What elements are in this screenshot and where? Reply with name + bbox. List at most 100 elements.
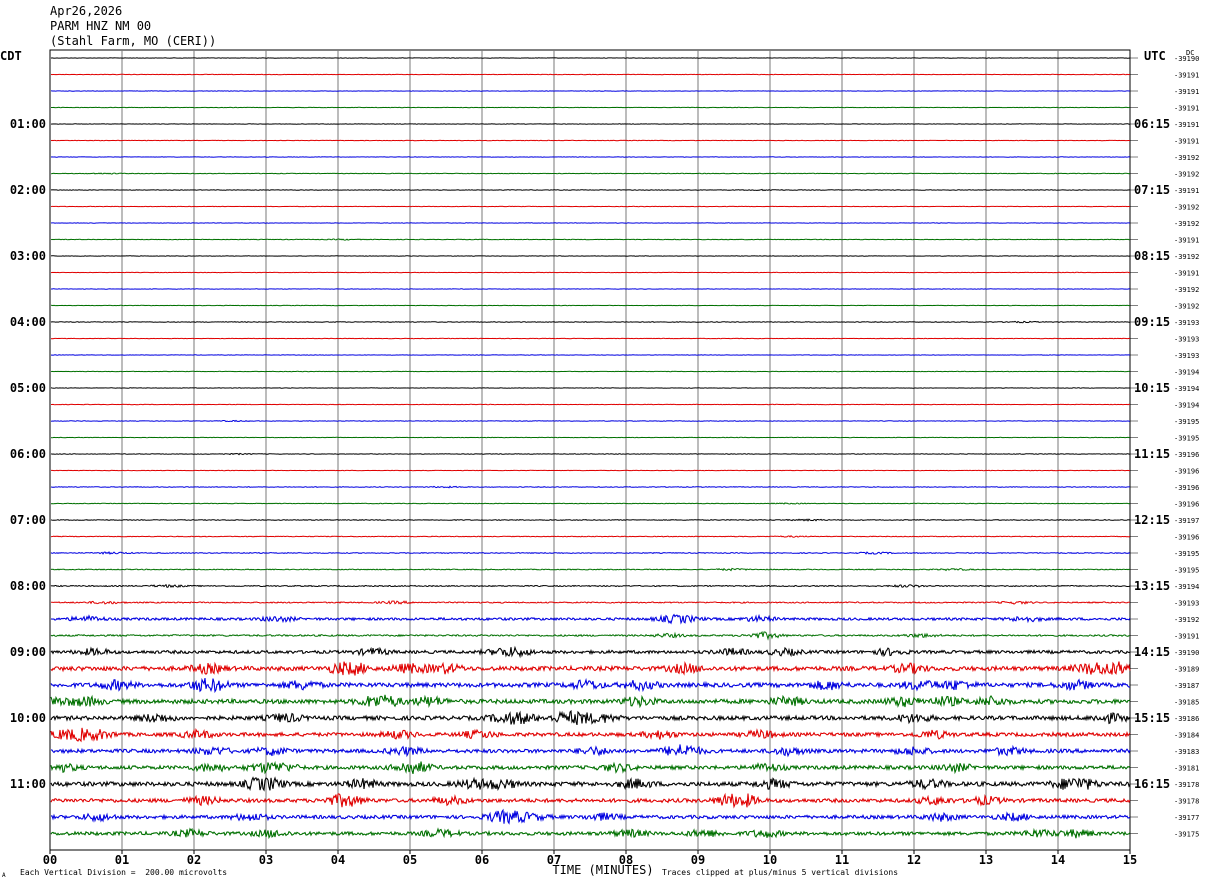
left-time-label: 09:00 — [10, 645, 46, 659]
x-tick-label: 05 — [403, 853, 417, 867]
dc-offset-label: -39192 — [1174, 154, 1199, 162]
left-time-label: 06:00 — [10, 447, 46, 461]
dc-offset-label: -39183 — [1174, 748, 1199, 756]
left-time-label: 08:00 — [10, 579, 46, 593]
seismic-trace — [50, 188, 1131, 192]
clipping-note: Traces clipped at plus/minus 5 vertical … — [662, 868, 899, 877]
dc-offset-label: -39195 — [1174, 435, 1199, 443]
left-axis-label-cdt: CDT — [0, 49, 22, 63]
dc-offset-label: -39190 — [1174, 55, 1199, 63]
right-time-label: 12:15 — [1134, 513, 1170, 527]
seismic-trace — [50, 419, 1130, 423]
dc-offset-label: -39191 — [1174, 121, 1199, 129]
dc-offset-label: -39194 — [1174, 385, 1199, 393]
seismic-trace — [50, 776, 1131, 792]
left-time-label: 03:00 — [10, 249, 46, 263]
x-tick-label: 12 — [907, 853, 921, 867]
x-tick-label: 00 — [43, 853, 57, 867]
plot-frame — [49, 49, 1131, 851]
dc-offset-label: -39195 — [1174, 418, 1199, 426]
dc-offset-label: -39191 — [1174, 138, 1199, 146]
seismic-trace — [50, 661, 1131, 676]
x-tick-label: 03 — [259, 853, 273, 867]
left-time-label: 02:00 — [10, 183, 46, 197]
seismic-trace — [50, 694, 1131, 709]
dc-offset-label: -39187 — [1174, 682, 1199, 690]
seismic-trace — [50, 238, 1131, 241]
dc-offset-label: -39196 — [1174, 451, 1199, 459]
left-time-label: 11:00 — [10, 777, 46, 791]
seismic-trace — [50, 792, 1131, 809]
x-tick-label: 02 — [187, 853, 201, 867]
left-time-label: 10:00 — [10, 711, 46, 725]
dc-offset-label: -39193 — [1174, 352, 1199, 360]
dc-offset-label: -39178 — [1174, 798, 1199, 806]
dc-offset-label: -39197 — [1174, 517, 1199, 525]
dc-offset-label: -39191 — [1174, 88, 1199, 96]
dc-offset-label: -39192 — [1174, 253, 1199, 261]
right-time-label: 07:15 — [1134, 183, 1170, 197]
x-tick-label: 11 — [835, 853, 849, 867]
dc-offset-label: -39175 — [1174, 831, 1199, 839]
dc-offset-label: -39191 — [1174, 72, 1199, 80]
dc-offset-label: -39193 — [1174, 600, 1199, 608]
right-time-label: 16:15 — [1134, 777, 1170, 791]
right-axis-label-utc: UTC — [1144, 49, 1166, 63]
x-tick-label: 15 — [1123, 853, 1137, 867]
right-time-label: 15:15 — [1134, 711, 1170, 725]
seismic-trace — [50, 534, 1131, 538]
dc-offset-label: -39191 — [1174, 187, 1199, 195]
seismic-trace — [50, 518, 1131, 522]
right-time-label: 09:15 — [1134, 315, 1170, 329]
dc-offset-label: -39194 — [1174, 583, 1199, 591]
dc-offset-label: -39191 — [1174, 633, 1199, 641]
x-tick-label: 09 — [691, 853, 705, 867]
seismic-trace — [50, 485, 1131, 489]
left-time-label: 04:00 — [10, 315, 46, 329]
seismic-trace — [50, 551, 1131, 555]
x-tick-label: 04 — [331, 853, 345, 867]
dc-offset-label: -39195 — [1174, 567, 1199, 575]
dc-offset-label: -39178 — [1174, 781, 1199, 789]
seismic-trace — [50, 760, 1131, 775]
seismic-trace — [50, 727, 1131, 743]
vertical-division-note: Each Vertical Division = 200.00 microvol… — [20, 868, 228, 877]
seismic-trace — [50, 320, 1130, 324]
x-tick-label: 06 — [475, 853, 489, 867]
seismic-trace — [50, 613, 1131, 625]
helicorder-chart: 00 01 02 03 04 05 06 07 08 09 10 11 12 13 14 15TIME (MI… — [0, 49, 1199, 877]
dc-offset-label: -39194 — [1174, 369, 1199, 377]
right-time-label: 08:15 — [1134, 249, 1170, 263]
left-time-label: 01:00 — [10, 117, 46, 131]
x-tick-label: 10 — [763, 853, 777, 867]
dc-offset-label: -39196 — [1174, 484, 1199, 492]
seismic-trace — [51, 808, 1131, 825]
dc-offset-label: -39192 — [1174, 286, 1199, 294]
seismic-trace — [50, 744, 1131, 758]
dc-offset-label: -39192 — [1174, 303, 1199, 311]
seismic-trace — [50, 172, 1131, 175]
dc-offset-label: -39184 — [1174, 732, 1199, 740]
dc-offset-label: -39189 — [1174, 666, 1199, 674]
dc-offset-label: -39196 — [1174, 501, 1199, 509]
x-axis-label: TIME (MINUTES) — [552, 863, 653, 877]
dc-offset-label: -39192 — [1174, 171, 1199, 179]
x-tick-label: 01 — [115, 853, 129, 867]
left-time-label: 05:00 — [10, 381, 46, 395]
dc-offset-label: -39194 — [1174, 402, 1199, 410]
right-time-label: 13:15 — [1134, 579, 1170, 593]
seismic-trace — [50, 583, 1131, 589]
dc-offset-label: -39193 — [1174, 319, 1199, 327]
dc-offset-label: -39190 — [1174, 649, 1199, 657]
dc-offset-label: -39186 — [1174, 715, 1199, 723]
dc-offset-label: -39181 — [1174, 765, 1199, 773]
seismic-trace — [50, 677, 1130, 694]
right-time-label: 10:15 — [1134, 381, 1170, 395]
seismic-trace — [50, 452, 1130, 456]
seismic-trace — [51, 600, 1131, 605]
dc-offset-label: -39177 — [1174, 814, 1199, 822]
right-time-label: 11:15 — [1134, 447, 1170, 461]
dc-offset-label: -39196 — [1174, 534, 1199, 542]
right-time-label: 06:15 — [1134, 117, 1170, 131]
left-time-label: 07:00 — [10, 513, 46, 527]
